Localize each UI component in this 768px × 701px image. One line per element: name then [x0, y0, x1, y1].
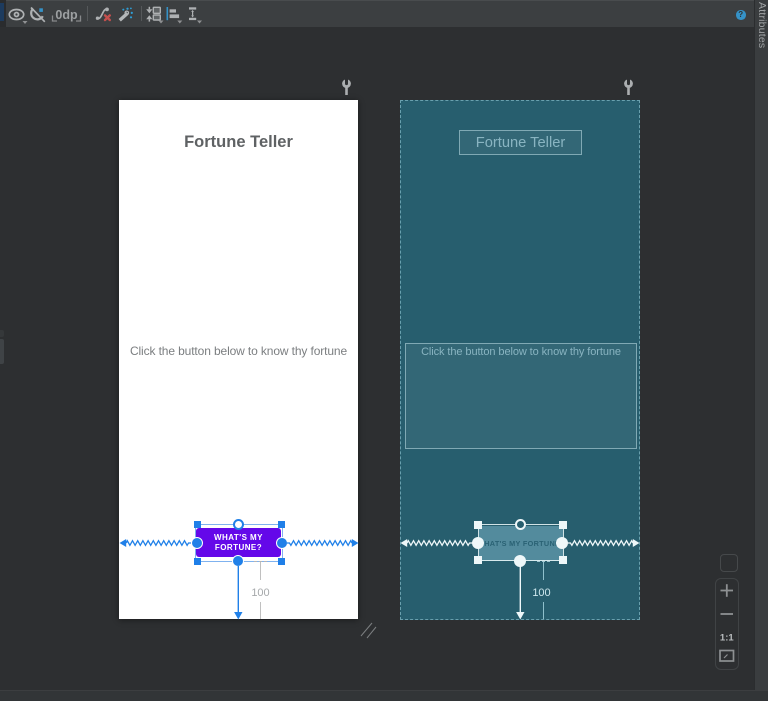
svg-text:1:1: 1:1 [720, 633, 734, 644]
svg-text:0dp: 0dp [55, 8, 78, 22]
